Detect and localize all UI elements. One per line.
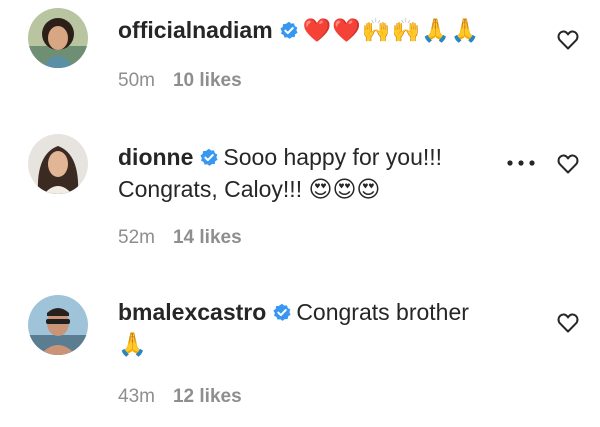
verified-badge-icon [200,148,218,166]
comment-text: ❤️❤️🙌🙌🙏🙏 [302,17,481,43]
comment-likes[interactable]: 12 likes [173,386,242,407]
comment-item: bmalexcastro Congrats brother 🙏 43m 12 lik… [0,280,600,427]
avatar[interactable] [28,295,88,355]
avatar[interactable] [28,134,88,194]
comment-time: 43m [118,386,155,407]
avatar[interactable] [28,8,88,68]
more-options-icon[interactable] [506,158,536,168]
comment-meta: 50m 10 likes [118,70,242,92]
comment-time: 52m [118,227,155,248]
comment-meta: 43m 12 likes [118,386,242,408]
comment-username[interactable]: officialnadiam [118,17,273,43]
comment-username[interactable]: bmalexcastro [118,299,266,325]
comment-likes[interactable]: 10 likes [173,70,242,91]
comment-time: 50m [118,70,155,91]
heart-outline-icon[interactable] [556,311,580,335]
comment-body: officialnadiam ❤️❤️🙌🙌🙏🙏 [118,14,498,46]
comment-body: bmalexcastro Congrats brother 🙏 [118,296,498,360]
verified-badge-icon [280,21,298,39]
comment-username[interactable]: dionne [118,144,193,170]
comment-item: officialnadiam ❤️❤️🙌🙌🙏🙏 50m 10 likes [0,0,600,122]
comment-body: dionne Sooo happy for you!!! Congrats, Ca… [118,141,498,205]
comment-item: dionne Sooo happy for you!!! Congrats, Ca… [0,122,600,272]
comment-likes[interactable]: 14 likes [173,227,242,248]
heart-outline-icon[interactable] [556,28,580,52]
comment-meta: 52m 14 likes [118,227,242,249]
heart-outline-icon[interactable] [556,152,580,176]
verified-badge-icon [273,303,291,321]
